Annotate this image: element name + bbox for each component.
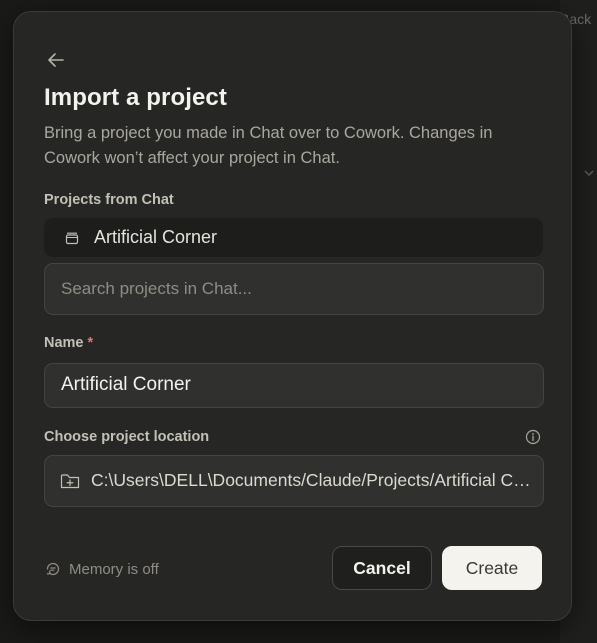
projects-from-chat-label: Projects from Chat xyxy=(44,192,174,208)
memory-status[interactable]: Memory is off xyxy=(44,558,159,580)
selected-chat-project[interactable]: Artificial Corner xyxy=(44,218,543,257)
project-name-value: Artificial Corner xyxy=(61,374,191,395)
name-label-text: Name xyxy=(44,335,84,351)
chevron-down-icon xyxy=(584,170,594,177)
search-projects-input[interactable]: Search projects in Chat... xyxy=(44,263,544,315)
cancel-button[interactable]: Cancel xyxy=(332,546,432,590)
project-name-input[interactable]: Artificial Corner xyxy=(44,363,544,408)
name-label: Name * xyxy=(44,335,93,351)
search-placeholder: Search projects in Chat... xyxy=(61,279,252,298)
dialog-title: Import a project xyxy=(44,84,227,111)
import-project-dialog: Import a project Bring a project you mad… xyxy=(13,11,572,621)
info-icon[interactable] xyxy=(525,429,541,445)
memory-status-text: Memory is off xyxy=(69,560,159,578)
selected-project-name: Artificial Corner xyxy=(94,227,218,247)
folder-plus-icon xyxy=(60,474,80,489)
project-location-path: C:\Users\DELL\Documents/Claude/Projects/… xyxy=(91,470,531,490)
back-arrow-icon[interactable] xyxy=(44,48,68,72)
dialog-subtitle: Bring a project you made in Chat over to… xyxy=(44,124,493,167)
project-location-picker[interactable]: C:\Users\DELL\Documents/Claude/Projects/… xyxy=(44,455,544,507)
project-box-icon xyxy=(65,232,79,245)
create-button[interactable]: Create xyxy=(442,546,542,590)
required-marker: * xyxy=(87,335,94,351)
memory-icon xyxy=(46,562,60,576)
project-location-label: Choose project location xyxy=(44,429,210,445)
